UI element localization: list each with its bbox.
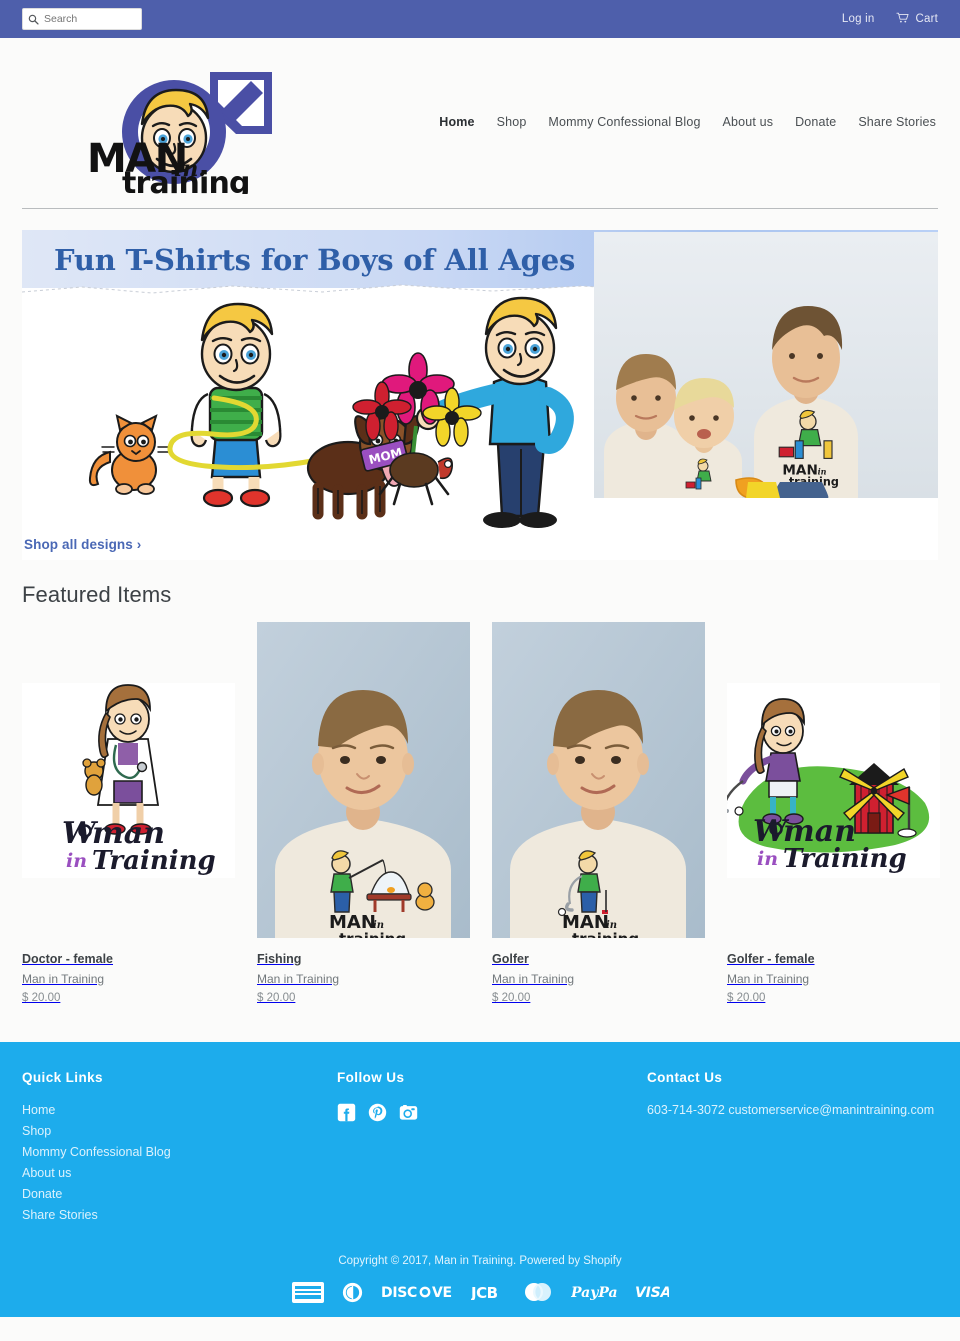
- discover-icon: DISC VER: [381, 1284, 453, 1300]
- product-card-golfer-female[interactable]: W man in Training Golfer - female Man in…: [727, 622, 940, 1004]
- product-title: Doctor - female: [22, 952, 113, 966]
- nav-item-mommy-blog[interactable]: Mommy Confessional Blog: [548, 115, 700, 129]
- footer-bottom: Copyright © 2017, Man in Training. Power…: [22, 1255, 938, 1317]
- product-price: $ 20.00: [492, 992, 531, 1004]
- footer-link-donate[interactable]: Donate: [22, 1187, 337, 1201]
- svg-text:training: training: [339, 930, 406, 938]
- logo-artwork: MAN in. training: [87, 72, 272, 194]
- svg-text:JCB: JCB: [471, 1284, 498, 1300]
- contact-us-heading: Contact Us: [647, 1070, 723, 1085]
- footer-columns: Quick Links Home Shop Mommy Confessional…: [22, 1070, 938, 1229]
- featured-items-heading: Featured Items: [22, 582, 172, 607]
- product-card-fishing[interactable]: MAN in training Fishing Man in Training …: [257, 622, 470, 1004]
- copyright-text: Copyright © 2017, Man in Training. Power…: [338, 1255, 622, 1267]
- visa-icon: VISA: [635, 1284, 669, 1300]
- paypal-icon: PayPal: [571, 1284, 617, 1300]
- instagram-icon[interactable]: [399, 1103, 418, 1122]
- product-image-golfer: MAN in training: [492, 622, 705, 938]
- payment-icons: DISC VER JCB PayPal VISA: [22, 1281, 938, 1303]
- mastercard-icon: [523, 1282, 553, 1302]
- svg-text:VER: VER: [432, 1285, 453, 1300]
- site-logo[interactable]: MAN in. training: [22, 54, 327, 194]
- product-vendor: Man in Training: [727, 972, 810, 986]
- product-image-golfer-female: W man in Training: [727, 622, 940, 938]
- footer-link-about-us[interactable]: About us: [22, 1166, 337, 1180]
- product-title: Fishing: [257, 952, 302, 966]
- header-divider: [22, 208, 938, 209]
- cart-icon: [896, 12, 910, 27]
- product-price: $ 20.00: [727, 992, 766, 1004]
- follow-us-heading: Follow Us: [337, 1070, 405, 1085]
- product-card-golfer[interactable]: MAN in training Golfer Man in Training $…: [492, 622, 705, 1004]
- footer-link-home[interactable]: Home: [22, 1103, 337, 1117]
- svg-text:in: in: [66, 850, 87, 872]
- footer-follow-us: Follow Us: [337, 1070, 647, 1229]
- svg-text:VISA: VISA: [635, 1285, 669, 1300]
- footer-link-share-stories[interactable]: Share Stories: [22, 1208, 337, 1222]
- cart-label: Cart: [915, 13, 938, 25]
- hero-photo-three-boys: MAN in training: [594, 232, 938, 498]
- product-image-fishing: MAN in training: [257, 622, 470, 938]
- product-image-doctor-female: W man in Training: [22, 622, 235, 938]
- product-title: Golfer - female: [727, 952, 815, 966]
- hero-illustration-boy-with-flowers: MOM: [352, 296, 574, 528]
- topbar-actions: Log in Cart: [842, 12, 938, 27]
- logo-text-bottom: training: [122, 166, 250, 194]
- product-price: $ 20.00: [22, 992, 61, 1004]
- site-footer: Quick Links Home Shop Mommy Confessional…: [0, 1042, 960, 1317]
- search-icon: [28, 14, 39, 25]
- nav-item-home[interactable]: Home: [439, 115, 474, 129]
- facebook-icon[interactable]: [337, 1103, 356, 1122]
- pinterest-icon[interactable]: [368, 1103, 387, 1122]
- svg-text:Training: Training: [92, 846, 216, 876]
- nav-item-donate[interactable]: Donate: [795, 115, 836, 129]
- nav-item-about-us[interactable]: About us: [723, 115, 774, 129]
- footer-link-mommy-blog[interactable]: Mommy Confessional Blog: [22, 1145, 337, 1159]
- nav-item-shop[interactable]: Shop: [497, 115, 527, 129]
- svg-text:training: training: [572, 930, 639, 938]
- quick-links-heading: Quick Links: [22, 1070, 103, 1085]
- contact-details: 603-714-3072 customerservice@manintraini…: [647, 1103, 935, 1117]
- page: MAN in. training Home Shop Mommy Confess…: [0, 38, 960, 1317]
- main-navigation: Home Shop Mommy Confessional Blog About …: [439, 115, 938, 133]
- hero-title: Fun T-Shirts for Boys of All Ages: [54, 243, 576, 277]
- cart-link[interactable]: Cart: [896, 12, 938, 27]
- product-title: Golfer: [492, 952, 529, 966]
- svg-text:in: in: [757, 848, 778, 870]
- site-header: MAN in. training Home Shop Mommy Confess…: [0, 38, 960, 194]
- svg-text:PayPal: PayPal: [571, 1285, 617, 1300]
- social-links: [337, 1103, 647, 1122]
- amex-icon: [291, 1281, 324, 1303]
- footer-contact-us: Contact Us 603-714-3072 customerservice@…: [647, 1070, 938, 1229]
- svg-text:DISC: DISC: [381, 1285, 417, 1300]
- featured-products-grid: W man in Training Doctor - female Man in…: [22, 622, 940, 1004]
- footer-link-shop[interactable]: Shop: [22, 1124, 337, 1138]
- svg-text:Training: Training: [783, 844, 907, 874]
- jcb-icon: JCB: [471, 1284, 505, 1300]
- hero-banner[interactable]: Fun T-Shirts for Boys of All Ages MOM MA…: [22, 230, 938, 560]
- topbar: Log in Cart: [0, 0, 960, 38]
- search-box[interactable]: [22, 8, 142, 30]
- footer-quick-links: Quick Links Home Shop Mommy Confessional…: [22, 1070, 337, 1229]
- product-vendor: Man in Training: [22, 972, 105, 986]
- nav-item-share-stories[interactable]: Share Stories: [858, 115, 936, 129]
- diners-club-icon: [342, 1282, 363, 1303]
- search-input[interactable]: [44, 13, 134, 25]
- shop-all-designs-link[interactable]: Shop all designs ›: [24, 537, 141, 552]
- product-card-doctor-female[interactable]: W man in Training Doctor - female Man in…: [22, 622, 235, 1004]
- login-link[interactable]: Log in: [842, 13, 875, 25]
- product-price: $ 20.00: [257, 992, 296, 1004]
- product-vendor: Man in Training: [257, 972, 340, 986]
- product-vendor: Man in Training: [492, 972, 575, 986]
